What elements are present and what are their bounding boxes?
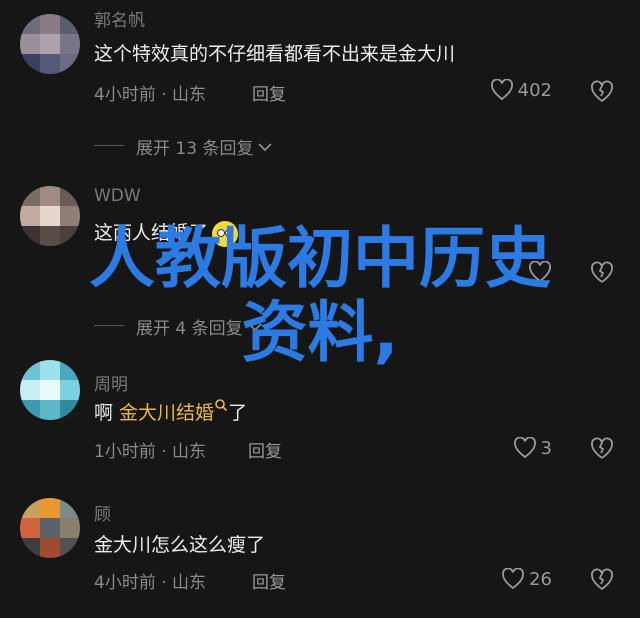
- reply-button[interactable]: 回复: [252, 80, 286, 105]
- expand-replies-label: 展开 13 条回复: [136, 139, 254, 159]
- comment-username[interactable]: 周明: [94, 370, 128, 395]
- divider: [94, 145, 124, 146]
- comment-text-suffix: 了: [228, 402, 248, 424]
- comment-username[interactable]: 顾: [94, 500, 111, 525]
- heart-outline-icon: [490, 79, 513, 101]
- comment-username[interactable]: WDW: [94, 186, 141, 206]
- comment-text: 啊 金大川结婚了: [94, 398, 247, 425]
- avatar[interactable]: [20, 14, 80, 74]
- reply-button[interactable]: 回复: [252, 568, 286, 593]
- comment-time-location: 1小时前 · 山东: [94, 442, 207, 462]
- mention-link[interactable]: 金大川结婚: [119, 402, 214, 424]
- comment-time-location: 4小时前 · 山东: [94, 573, 207, 593]
- like-button[interactable]: 26: [501, 568, 552, 590]
- overlay-title-line1: 人教版初中历史: [89, 220, 551, 297]
- comment-username[interactable]: 郭名帆: [94, 6, 145, 31]
- broken-heart-icon[interactable]: [590, 568, 614, 592]
- heart-outline-icon: [513, 437, 536, 459]
- comment-text: 这个特效真的不仔细看都看不出来是金大川: [94, 43, 456, 65]
- expand-replies-button[interactable]: 展开 13 条回复: [136, 134, 273, 159]
- like-button[interactable]: 3: [513, 437, 552, 459]
- overlay-title-line2: 资料,: [241, 294, 399, 371]
- heart-outline-icon: [502, 568, 525, 590]
- like-count: 26: [529, 568, 552, 590]
- overlay-title: 人教版初中历史 资料,: [0, 222, 640, 370]
- like-count: 3: [540, 437, 552, 459]
- broken-heart-icon[interactable]: [590, 80, 614, 104]
- chevron-down-icon: [258, 142, 273, 151]
- like-button[interactable]: 402: [490, 79, 552, 101]
- like-count: 402: [517, 79, 552, 101]
- comment-time-location: 4小时前 · 山东: [94, 85, 207, 105]
- avatar[interactable]: [20, 498, 80, 558]
- reply-button[interactable]: 回复: [248, 437, 282, 462]
- comment-text: 金大川怎么这么瘦了: [94, 534, 266, 556]
- search-icon: [215, 399, 228, 412]
- comment-text-prefix: 啊: [94, 402, 120, 424]
- broken-heart-icon[interactable]: [590, 437, 614, 461]
